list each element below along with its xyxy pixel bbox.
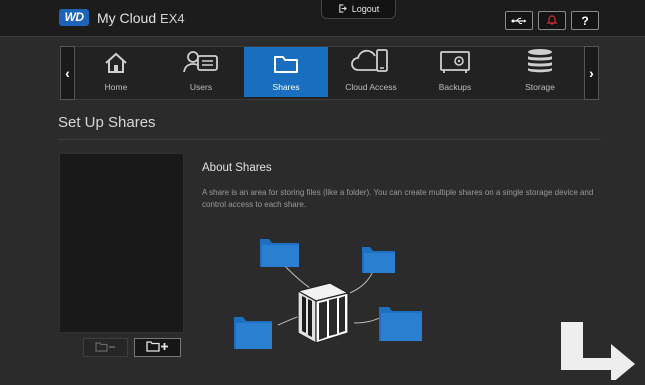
product-name: My Cloud EX4: [97, 10, 185, 26]
nav-label-backups: Backups: [438, 82, 472, 92]
nav-item-cloud-access[interactable]: Cloud Access: [329, 47, 413, 97]
nav-item-users[interactable]: Users: [159, 47, 243, 97]
logout-icon: [338, 3, 347, 15]
remove-share-button[interactable]: [83, 338, 128, 357]
share-list-panel[interactable]: [59, 153, 184, 333]
nav-item-home[interactable]: Home: [74, 47, 158, 97]
help-icon: ?: [581, 13, 589, 28]
nav-next-button[interactable]: ›: [584, 46, 599, 100]
alert-bell-icon: [546, 12, 558, 30]
about-shares-heading: About Shares: [202, 162, 272, 174]
safe-icon: [439, 50, 471, 79]
folder-icon-4: [379, 307, 422, 341]
shares-illustration: [228, 225, 438, 360]
brand-name: My Cloud: [97, 10, 157, 26]
nav-item-shares[interactable]: Shares: [244, 47, 328, 97]
chevron-right-icon: ›: [589, 65, 594, 81]
add-share-button[interactable]: [134, 338, 181, 357]
folder-add-icon: [145, 339, 170, 357]
nas-device-icon: [296, 282, 350, 345]
folder-icon-1: [260, 239, 299, 267]
logout-button[interactable]: Logout: [321, 0, 396, 19]
usb-icon: [511, 12, 527, 30]
nav-label-storage: Storage: [525, 82, 555, 92]
nav-item-storage[interactable]: Storage: [498, 47, 582, 97]
nav-item-backups[interactable]: Backups: [413, 47, 497, 97]
nav-label-cloud-access: Cloud Access: [345, 82, 397, 92]
logout-label: Logout: [351, 4, 380, 14]
site-watermark-logo: [553, 322, 643, 385]
model-name: EX4: [160, 11, 185, 26]
folder-icon-3: [234, 317, 272, 349]
folder-icon-2: [362, 247, 395, 273]
nav-label-home: Home: [104, 82, 128, 92]
folder-remove-icon: [94, 339, 117, 357]
storage-icon: [526, 48, 554, 79]
wd-logo: WD: [59, 9, 89, 26]
help-button[interactable]: ?: [571, 11, 599, 30]
nav-prev-button[interactable]: ‹: [60, 46, 75, 100]
home-icon: [103, 52, 129, 79]
usb-button[interactable]: [505, 11, 533, 30]
folder-icon: [273, 52, 299, 79]
cloud-access-icon: [350, 48, 392, 79]
alerts-button[interactable]: [538, 11, 566, 30]
about-shares-text: A share is an area for storing files (li…: [202, 188, 594, 209]
nav-label-users: Users: [189, 82, 213, 92]
users-icon: [182, 50, 220, 79]
title-divider: [58, 139, 601, 140]
chevron-left-icon: ‹: [65, 65, 70, 81]
page-title: Set Up Shares: [58, 114, 156, 131]
nav-label-shares: Shares: [272, 82, 300, 92]
